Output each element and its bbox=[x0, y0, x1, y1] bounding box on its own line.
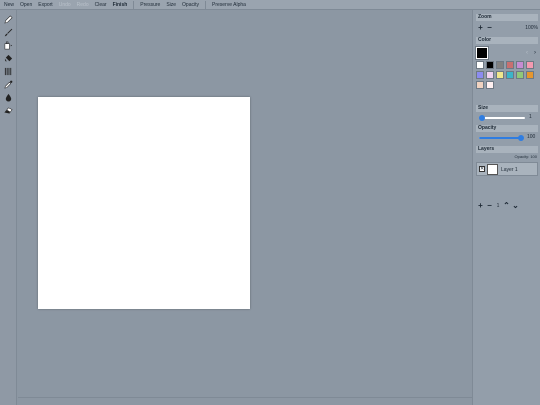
menu-size[interactable]: Size bbox=[166, 2, 176, 8]
blur-drop-tool[interactable] bbox=[3, 92, 14, 103]
color-swatches bbox=[476, 61, 534, 89]
layer-thumbnail bbox=[487, 164, 498, 175]
remove-layer-button[interactable]: − bbox=[485, 201, 494, 210]
layer-count: 1 bbox=[496, 202, 500, 209]
pattern-tool[interactable] bbox=[3, 66, 14, 77]
brush-tool[interactable] bbox=[3, 27, 14, 38]
color-swatch[interactable] bbox=[496, 61, 504, 69]
paint-bucket-tool[interactable] bbox=[3, 53, 14, 64]
color-swatch[interactable] bbox=[506, 71, 514, 79]
layer-name: Layer 1 bbox=[501, 167, 518, 173]
color-swatch[interactable] bbox=[486, 71, 494, 79]
primary-color-swatch[interactable] bbox=[475, 45, 489, 60]
status-bar bbox=[18, 397, 472, 405]
eyedropper-tool[interactable] bbox=[3, 79, 14, 90]
size-slider[interactable] bbox=[479, 115, 525, 121]
menu-opacity[interactable]: Opacity bbox=[182, 2, 199, 8]
opacity-slider[interactable] bbox=[479, 135, 524, 141]
opacity-slider-knob[interactable] bbox=[518, 135, 524, 141]
menu-separator bbox=[133, 0, 135, 9]
menu-clear[interactable]: Clear bbox=[95, 2, 107, 8]
add-layer-button[interactable]: + bbox=[476, 201, 485, 210]
color-prev-icon[interactable]: ‹ bbox=[526, 50, 528, 56]
color-header: Color bbox=[476, 37, 538, 44]
paint-bucket-icon bbox=[4, 54, 13, 62]
zoom-header: Zoom bbox=[476, 14, 538, 21]
menu-bar: New Open Export Undo Redo Clear Finish P… bbox=[0, 0, 540, 10]
color-swatch[interactable] bbox=[516, 71, 524, 79]
menu-finish[interactable]: Finish bbox=[113, 2, 128, 8]
color-swatch[interactable] bbox=[506, 61, 514, 69]
layer-opacity-label: Opacity: 100 bbox=[514, 154, 537, 159]
drawing-canvas[interactable] bbox=[38, 97, 250, 309]
color-swatch[interactable] bbox=[516, 61, 524, 69]
opacity-slider-fill bbox=[479, 137, 521, 139]
color-swatch[interactable] bbox=[476, 71, 484, 79]
pencil-icon bbox=[4, 15, 13, 24]
pattern-icon bbox=[4, 67, 12, 76]
color-swatch[interactable] bbox=[486, 61, 494, 69]
opacity-header: Opacity bbox=[476, 125, 538, 132]
brush-icon bbox=[4, 28, 13, 37]
menu-pressure[interactable]: Pressure bbox=[140, 2, 160, 8]
color-swatch[interactable] bbox=[496, 71, 504, 79]
pencil-tool[interactable] bbox=[3, 14, 14, 25]
menu-preserve-alpha[interactable]: Preserve Alpha bbox=[212, 2, 246, 8]
fill-bucket-tool[interactable] bbox=[3, 40, 14, 51]
color-swatch[interactable] bbox=[526, 61, 534, 69]
eraser-tool[interactable] bbox=[3, 105, 14, 116]
color-swatch[interactable] bbox=[476, 61, 484, 69]
eyedropper-icon bbox=[4, 80, 13, 89]
zoom-in-button[interactable]: + bbox=[476, 23, 485, 32]
move-layer-down-button[interactable]: ⌄ bbox=[511, 201, 520, 210]
menu-separator bbox=[205, 0, 206, 9]
zoom-level: 100% bbox=[525, 24, 538, 31]
tool-column bbox=[0, 10, 17, 405]
eraser-icon bbox=[4, 107, 13, 114]
right-panel: Zoom + − 100% Color ‹ › Size 1 Opacity 1… bbox=[472, 10, 540, 405]
color-swatch[interactable] bbox=[476, 81, 484, 89]
menu-export[interactable]: Export bbox=[38, 2, 52, 8]
color-swatch[interactable] bbox=[486, 81, 494, 89]
size-value: 1 bbox=[529, 114, 532, 120]
fill-bucket-icon bbox=[4, 41, 13, 50]
size-slider-knob[interactable] bbox=[479, 115, 485, 121]
move-layer-up-button[interactable]: ⌃ bbox=[502, 201, 511, 210]
opacity-value: 100 bbox=[527, 134, 536, 140]
menu-redo[interactable]: Redo bbox=[77, 2, 89, 8]
menu-new[interactable]: New bbox=[4, 2, 14, 8]
color-next-icon[interactable]: › bbox=[534, 50, 536, 56]
zoom-out-button[interactable]: − bbox=[485, 23, 494, 32]
layers-header: Layers bbox=[476, 146, 538, 153]
color-swatch[interactable] bbox=[526, 71, 534, 79]
blur-drop-icon bbox=[5, 93, 12, 102]
menu-undo[interactable]: Undo bbox=[59, 2, 71, 8]
layer-visibility-toggle[interactable]: ✕ bbox=[479, 166, 485, 172]
size-header: Size bbox=[476, 105, 538, 112]
menu-open[interactable]: Open bbox=[20, 2, 32, 8]
layer-item[interactable]: ✕ Layer 1 bbox=[476, 162, 538, 176]
